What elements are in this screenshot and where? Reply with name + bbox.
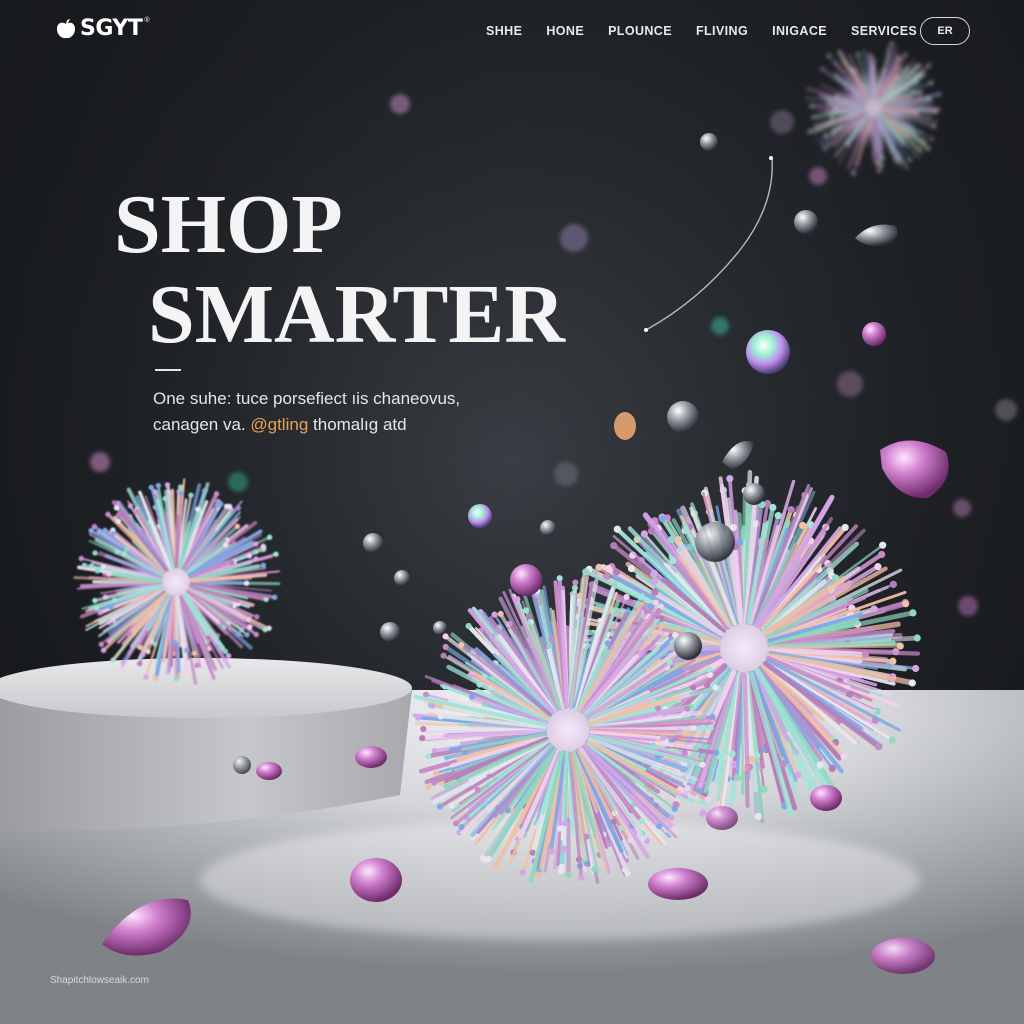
hero-artwork — [0, 0, 1024, 1024]
hero-title: SHOP SMARTER — [114, 180, 565, 360]
nav-item-hone[interactable]: HONE — [546, 18, 584, 44]
footer-site-link[interactable]: Shapitchlowseaik.com — [50, 975, 149, 986]
brand-logo[interactable]: SGYT ® — [54, 16, 150, 41]
nav-item-fliving[interactable]: FLIVING — [696, 18, 748, 44]
hero-subtitle-line-1: One suhe: tuce porsefiect ıis chaneovus, — [153, 389, 461, 408]
main-nav: SHHE HONE PLOUNCE FLIVING INIGACE SERVIC… — [486, 18, 941, 44]
hero-title-line-2: SMARTER — [148, 268, 566, 361]
hero-subtitle-line-2: canagen va. @gtling thomalıg atd — [153, 412, 573, 438]
hero-title-line-1: SHOP — [114, 178, 343, 271]
subtitle-text-b: thomalıg atd — [313, 415, 407, 434]
subtitle-accent-text: @gtling — [250, 415, 309, 434]
brand-name: SGYT — [80, 16, 143, 41]
nav-item-services[interactable]: SERVICES — [851, 18, 917, 44]
subtitle-text-a: canagen va. — [153, 415, 246, 434]
hero-divider — [155, 369, 181, 371]
site-header: SGYT ® SHHE HONE PLOUNCE FLIVING INIGACE… — [0, 0, 1024, 64]
trademark-mark: ® — [144, 17, 150, 24]
header-cta-button[interactable]: ER — [920, 17, 970, 45]
nav-item-plounce[interactable]: PLOUNCE — [608, 18, 672, 44]
nav-item-shhe[interactable]: SHHE — [486, 18, 522, 44]
hero-subtitle: One suhe: tuce porsefiect ıis chaneovus,… — [153, 386, 573, 438]
nav-item-inigace[interactable]: INIGACE — [772, 18, 827, 44]
apple-logo-icon — [57, 18, 75, 38]
